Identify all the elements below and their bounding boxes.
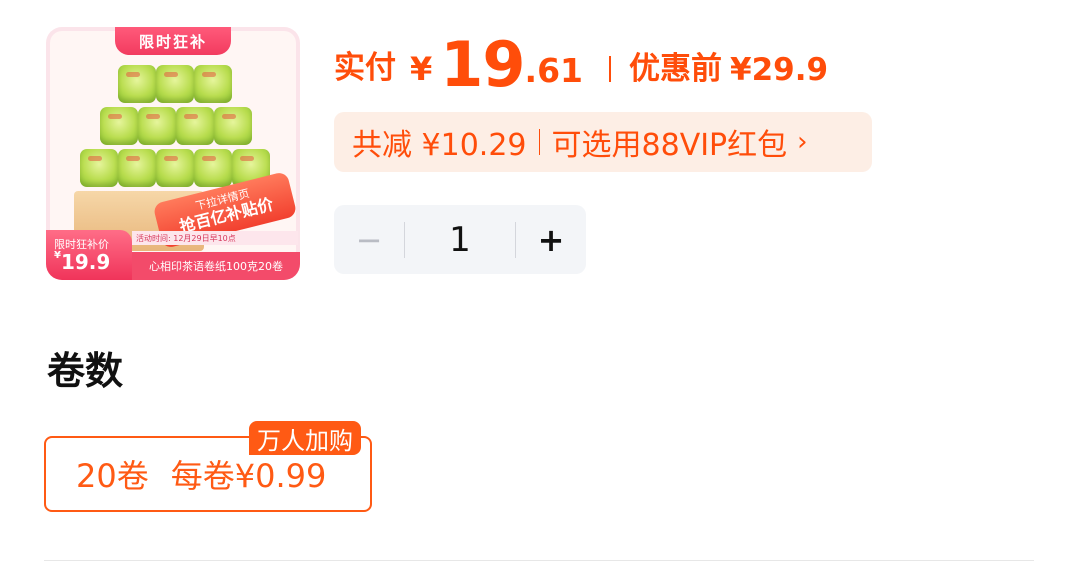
promo-tab: 限时狂补 — [115, 27, 231, 55]
tissue-roll-image — [194, 65, 232, 103]
promo-price-value: ¥19.9 — [54, 250, 110, 274]
popular-badge: 万人加购 — [249, 421, 361, 455]
spec-title: 卷数 — [47, 349, 124, 393]
option-rolls: 20卷 — [76, 457, 149, 495]
option-per-roll-price: 每卷¥0.99 — [170, 457, 327, 495]
tissue-roll-image — [118, 149, 156, 187]
paid-label: 实付 — [334, 50, 396, 86]
price-integer: 19 — [440, 28, 525, 101]
promo-price-currency: ¥ — [54, 250, 61, 261]
tissue-roll-image — [156, 149, 194, 187]
price-decimal: .61 — [524, 51, 584, 90]
tissue-roll-image — [100, 107, 138, 145]
product-thumbnail[interactable]: 限时狂补 下拉详情页 抢百亿补贴价 活动时间: 12月29日早10点 限时狂补价… — [46, 27, 300, 280]
tissue-roll-image — [194, 149, 232, 187]
tissue-roll-image — [214, 107, 252, 145]
chevron-right-icon: › — [797, 127, 808, 157]
before-discount-price: ¥29.9 — [730, 52, 829, 88]
quantity-value[interactable]: 1 — [405, 220, 515, 260]
tissue-roll-image — [118, 65, 156, 103]
tissue-roll-image — [156, 65, 194, 103]
tissue-roll-image — [80, 149, 118, 187]
price-divider — [609, 56, 612, 82]
product-name-bar: 心相印茶语卷纸100克20卷 — [132, 252, 300, 280]
price-line: 实付 ¥ 19 .61 优惠前 ¥29.9 — [334, 30, 828, 96]
event-time-bar: 活动时间: 12月29日早10点 — [132, 231, 298, 245]
tissue-roll-image — [138, 107, 176, 145]
before-discount-label: 优惠前 — [629, 51, 723, 87]
discount-pill[interactable]: 共减 ¥10.29 可选用88VIP红包 › — [334, 112, 872, 172]
vip-coupon-text: 可选用88VIP红包 — [551, 128, 788, 163]
total-discount: 共减 ¥10.29 — [352, 128, 527, 163]
section-divider — [44, 560, 1034, 561]
promo-price-number: 19.9 — [60, 250, 111, 274]
quantity-stepper: − 1 + — [334, 205, 586, 274]
decrement-button[interactable]: − — [334, 205, 404, 274]
increment-button[interactable]: + — [516, 205, 586, 274]
price-currency: ¥ — [410, 50, 433, 88]
discount-divider — [538, 129, 540, 155]
promo-price-tag: 限时狂补价 ¥19.9 — [46, 230, 132, 280]
tissue-roll-image — [176, 107, 214, 145]
